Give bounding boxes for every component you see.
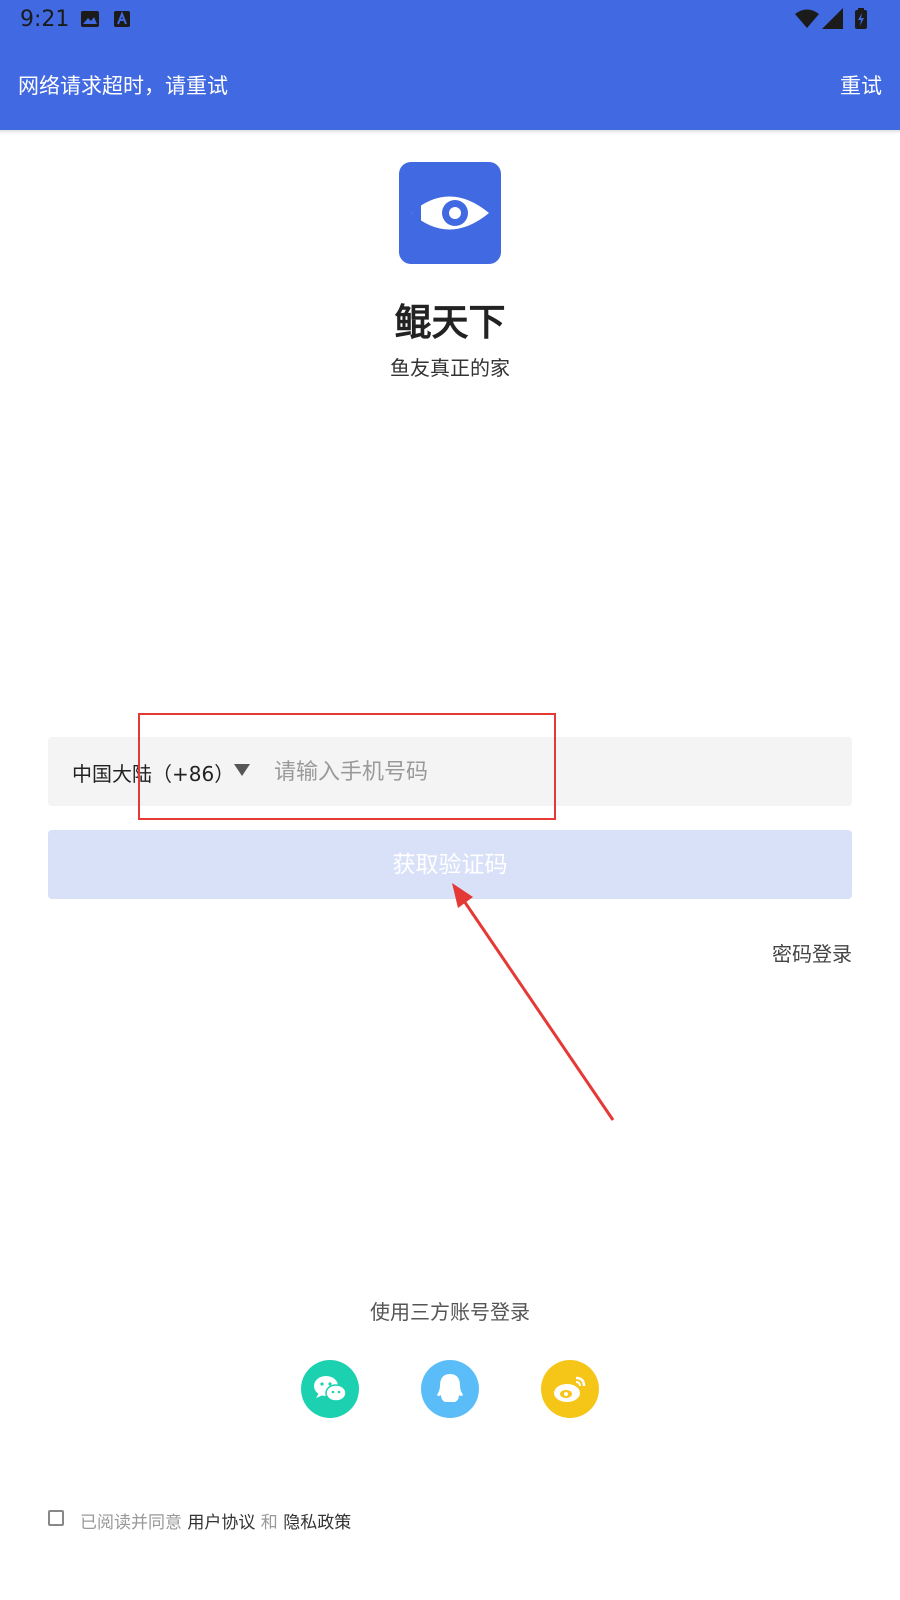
qq-login-button[interactable] (421, 1360, 479, 1418)
annotation-highlight-box (138, 713, 556, 820)
status-time: 9:21 (20, 7, 70, 32)
wechat-login-button[interactable] (301, 1360, 359, 1418)
app-name: 鲲天下 (394, 301, 506, 344)
eye-fish-icon (411, 196, 489, 230)
weibo-login-button[interactable] (541, 1360, 599, 1418)
privacy-policy-link[interactable]: 隐私政策 (283, 1513, 351, 1533)
password-login-link[interactable]: 密码登录 (772, 938, 852, 967)
qq-icon (437, 1374, 463, 1402)
agreement-text: 已阅读并同意 用户协议 和 隐私政策 (80, 1508, 351, 1533)
status-bar: 9:21 (0, 0, 900, 38)
wifi-icon (795, 9, 819, 28)
signal-icon (822, 8, 843, 29)
top-banner: 9:21 网络请求超时，请重试 重试 (0, 0, 900, 130)
network-error-message: 网络请求超时，请重试 (18, 74, 228, 98)
agreement-prefix: 已阅读并同意 (80, 1513, 188, 1533)
text-notification-icon (114, 11, 130, 27)
gallery-notification-icon (81, 11, 99, 27)
get-verification-code-button[interactable]: 获取验证码 (48, 830, 852, 899)
user-agreement-link[interactable]: 用户协议 (187, 1513, 255, 1533)
wechat-icon (314, 1376, 347, 1402)
agreement-and: 和 (255, 1513, 284, 1533)
banner-shadow (0, 130, 900, 134)
app-logo (399, 162, 501, 264)
third-party-login-title: 使用三方账号登录 (370, 1300, 530, 1324)
battery-icon (855, 8, 867, 29)
app-slogan: 鱼友真正的家 (390, 356, 510, 380)
agreement-checkbox[interactable] (48, 1510, 64, 1526)
weibo-icon (554, 1376, 586, 1402)
retry-button[interactable]: 重试 (840, 70, 882, 100)
